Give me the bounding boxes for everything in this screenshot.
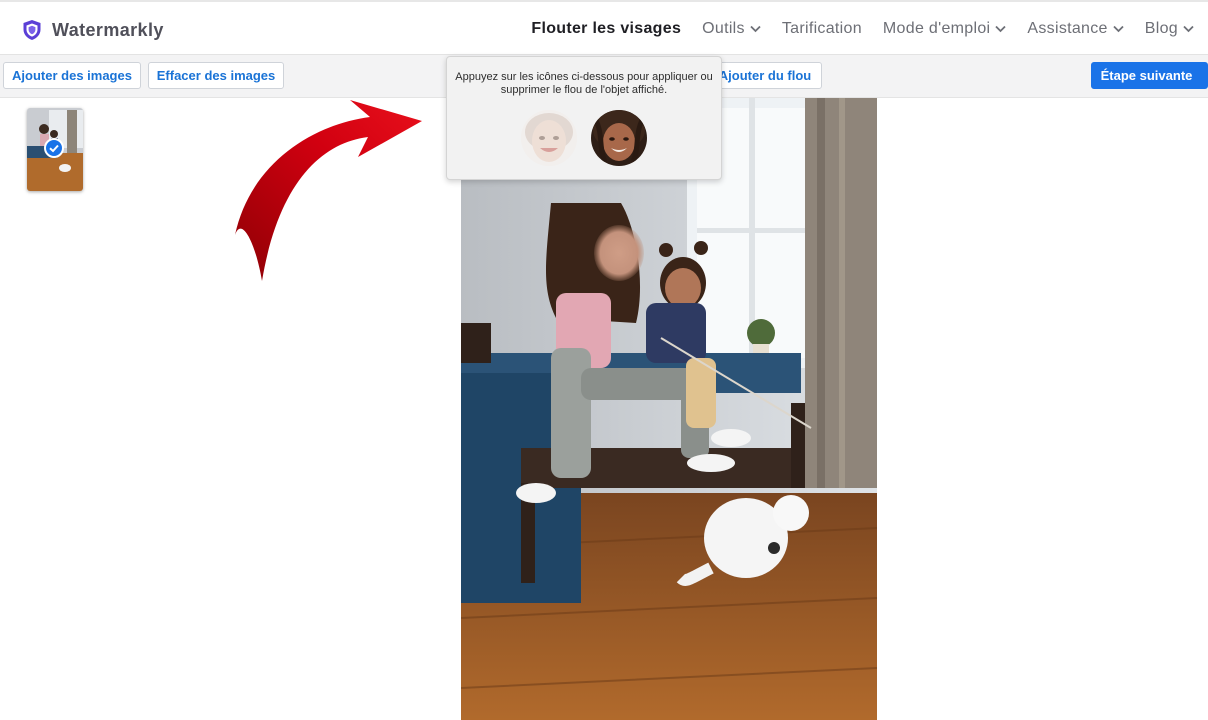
face-blur-popup: Appuyez sur les icônes ci-dessous pour a…: [446, 56, 722, 180]
nav-item-support[interactable]: Assistance: [1027, 20, 1124, 38]
top-navigation: Watermarkly Flouter les visages Outils T…: [0, 0, 1208, 55]
nav-item-label: Mode d'emploi: [882, 20, 991, 37]
popup-instruction: Appuyez sur les icônes ci-dessous pour a…: [455, 71, 713, 96]
next-step-label: Étape suivante: [1100, 68, 1193, 83]
chevron-down-icon: [750, 25, 761, 33]
nav-item-pricing[interactable]: Tarification: [782, 20, 862, 38]
image-thumbnail[interactable]: [27, 108, 83, 191]
chevron-down-icon: [1183, 25, 1194, 33]
check-icon: [49, 144, 59, 153]
selected-check-icon: [44, 138, 64, 158]
clear-images-button[interactable]: Effacer des images: [148, 62, 284, 89]
nav-item-label: Outils: [702, 20, 745, 37]
nav-item-blog[interactable]: Blog: [1145, 20, 1194, 38]
nav-item-blur-faces[interactable]: Flouter les visages: [531, 20, 681, 38]
face-thumbnail-sharp[interactable]: [591, 110, 647, 166]
add-blur-button[interactable]: Ajouter du flou: [708, 62, 822, 89]
nav-item-tools[interactable]: Outils: [702, 20, 761, 38]
logo[interactable]: Watermarkly: [22, 19, 164, 41]
nav-item-label: Assistance: [1027, 20, 1108, 37]
app-name: Watermarkly: [52, 19, 164, 40]
add-images-button[interactable]: Ajouter des images: [3, 62, 141, 89]
nav-item-label: Blog: [1144, 20, 1178, 37]
nav-item-how-to[interactable]: Mode d'emploi: [882, 20, 1007, 38]
curved-arrow-annotation: [235, 100, 422, 281]
main-image[interactable]: [461, 98, 877, 720]
face-thumbnail-blurred[interactable]: [521, 110, 577, 166]
main-photo: [461, 98, 877, 720]
nav-links: Flouter les visages Outils Tarification …: [531, 20, 1194, 38]
next-step-button[interactable]: Étape suivante: [1091, 62, 1208, 89]
chevron-down-icon: [1113, 25, 1124, 33]
shield-icon: [23, 20, 41, 40]
chevron-down-icon: [995, 25, 1007, 33]
nav-item-label: Tarification: [781, 20, 862, 37]
nav-item-label: Flouter les visages: [531, 20, 682, 37]
face-sharp-image: [591, 110, 647, 166]
face-blurred-image: [521, 110, 577, 166]
